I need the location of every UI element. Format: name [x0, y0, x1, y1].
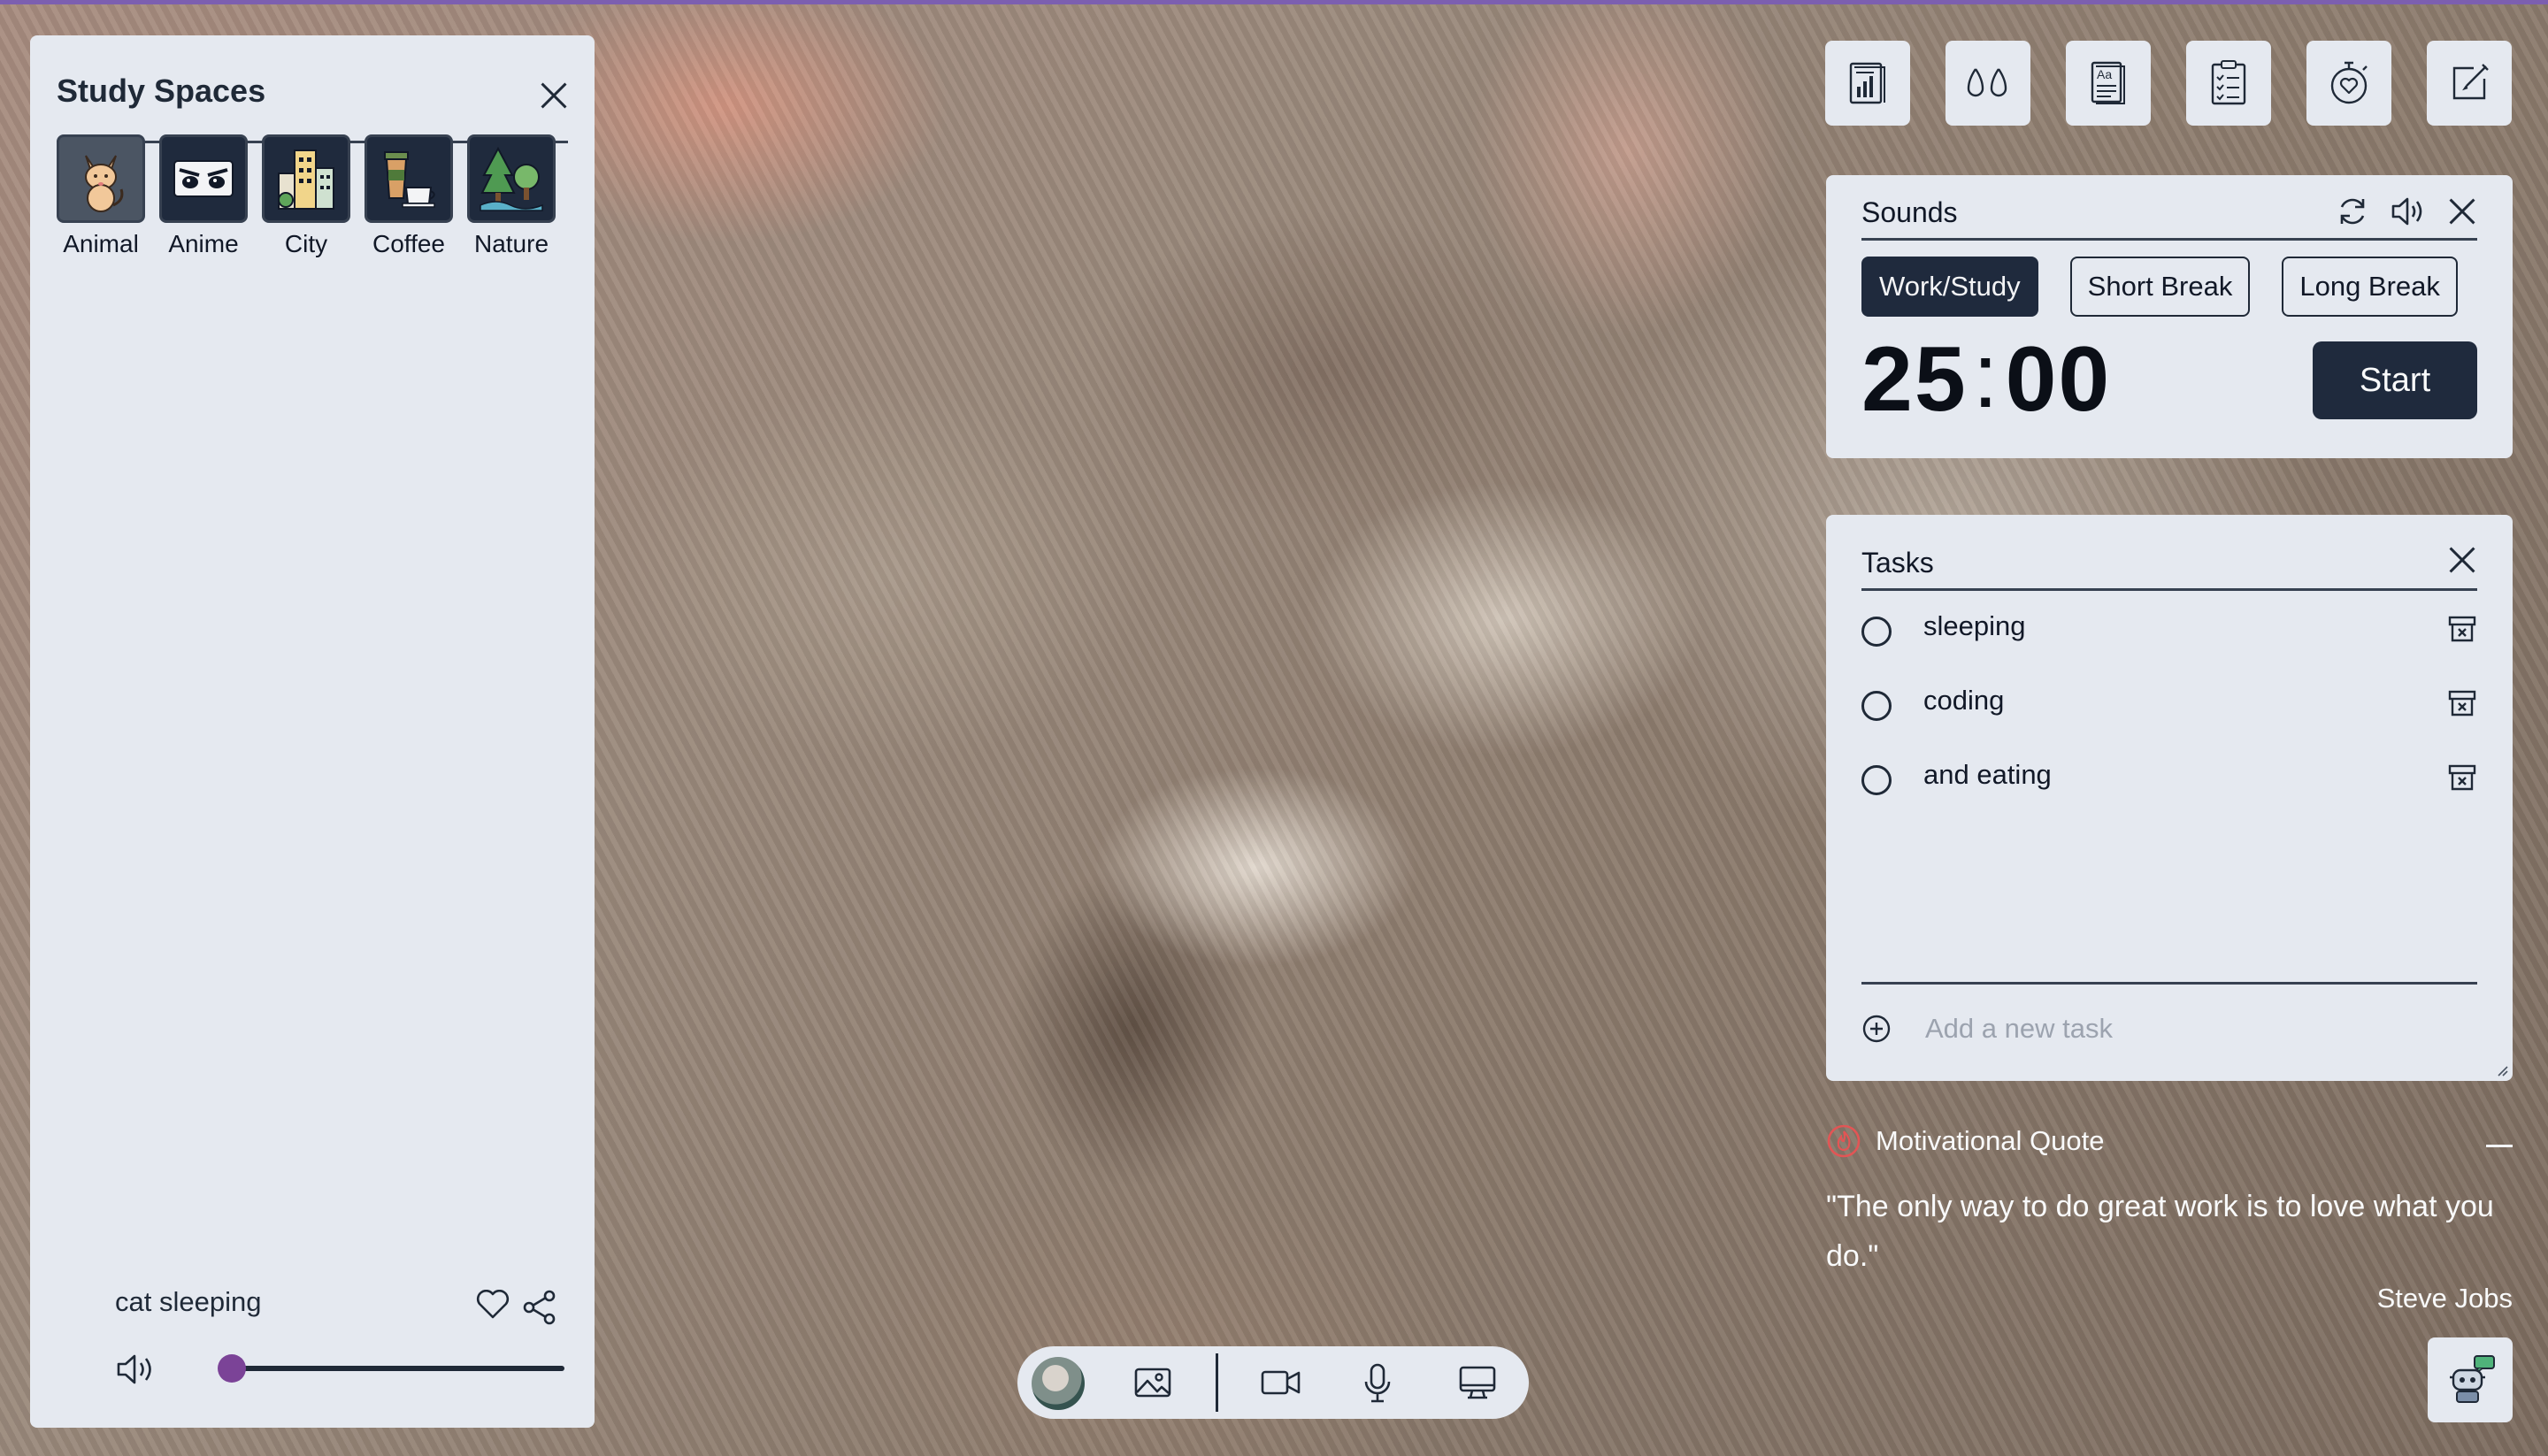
ai-assistant-button[interactable] [2428, 1337, 2513, 1422]
microphone-icon[interactable] [1362, 1362, 1393, 1405]
start-button[interactable]: Start [2313, 341, 2477, 419]
quote-title: Motivational Quote [1876, 1125, 2105, 1156]
coffee-cup-icon [365, 134, 453, 223]
bottom-dock [1017, 1346, 1529, 1419]
study-spaces-title: Study Spaces [57, 73, 266, 109]
space-category-city[interactable]: City [262, 134, 350, 258]
timer-seconds: 00 [2005, 328, 2112, 431]
task-checklist-icon [2211, 60, 2246, 105]
task-checklist-button[interactable] [2186, 41, 2271, 126]
resize-grip-icon[interactable] [2495, 1063, 2509, 1077]
ambient-sounds-icon [1967, 68, 2007, 97]
quote-author: Steve Jobs [2376, 1283, 2513, 1314]
city-buildings-icon [262, 134, 350, 223]
task-item: coding [1861, 663, 2477, 738]
timer-minutes: 25 [1861, 328, 1968, 431]
quote-header: Motivational Quote [1826, 1123, 2104, 1159]
task-checkbox[interactable] [1861, 765, 1892, 795]
task-divider [1861, 982, 2477, 985]
speaker-icon[interactable] [2391, 195, 2426, 227]
space-category-label: City [284, 230, 328, 257]
tasks-card-title: Tasks [1861, 547, 1934, 579]
space-category-coffee[interactable]: Coffee [365, 134, 453, 258]
task-text: coding [1923, 685, 2005, 716]
add-task-row [1861, 1008, 2477, 1049]
timer-mode-tabs: Work/Study Short Break Long Break [1861, 257, 2458, 317]
robot-chat-icon [2450, 1355, 2495, 1403]
mode-short-break-button[interactable]: Short Break [2069, 257, 2251, 317]
window-top-accent [0, 0, 2548, 4]
anime-eyes-icon [159, 134, 248, 223]
avatar[interactable] [1032, 1357, 1085, 1410]
archive-delete-icon[interactable] [2447, 688, 2477, 718]
heart-icon[interactable] [476, 1290, 510, 1320]
dictionary-button[interactable]: Aa [2066, 41, 2151, 126]
volume-slider-thumb[interactable] [218, 1354, 246, 1383]
video-camera-icon[interactable] [1260, 1362, 1302, 1403]
image-icon[interactable] [1132, 1362, 1173, 1403]
notes-edit-icon [2452, 64, 2489, 100]
study-spaces-header: Study Spaces [57, 55, 568, 143]
share-icon[interactable] [522, 1290, 557, 1325]
timer-display: 25:00 [1861, 325, 2112, 433]
mode-work-study-button[interactable]: Work/Study [1861, 257, 2038, 317]
tasks-card: Tasks sleeping coding and eating [1826, 515, 2513, 1081]
study-spaces-panel: Study Spaces Animal Anime City Coffee Na… [30, 35, 595, 1428]
focus-timer-button[interactable] [2306, 41, 2391, 126]
close-timer-button[interactable] [2447, 196, 2477, 226]
volume-slider[interactable] [218, 1354, 564, 1383]
motivational-quote-widget: Motivational Quote "The only way to do g… [1826, 1123, 2513, 1327]
stats-report-button[interactable] [1825, 41, 1910, 126]
notes-edit-button[interactable] [2427, 41, 2512, 126]
timer-header-actions [2336, 195, 2477, 228]
space-category-anime[interactable]: Anime [159, 134, 248, 258]
trees-icon [467, 134, 556, 223]
space-category-nature[interactable]: Nature [467, 134, 556, 258]
now-playing-bar: cat sleeping [85, 1256, 564, 1389]
tasks-card-header: Tasks [1861, 534, 2477, 591]
add-circle-icon[interactable] [1861, 1014, 1892, 1044]
cat-icon [57, 134, 145, 223]
task-item: sleeping [1861, 589, 2477, 663]
top-toolbar: Aa [1825, 41, 2512, 126]
screen-share-icon[interactable] [1458, 1362, 1497, 1403]
flame-icon [1827, 1124, 1861, 1158]
svg-text:Aa: Aa [2097, 67, 2112, 81]
space-category-label: Animal [63, 230, 139, 257]
now-playing-title: cat sleeping [115, 1286, 262, 1317]
task-list: sleeping coding and eating [1861, 589, 2477, 812]
timer-colon: : [1972, 325, 2000, 427]
timer-card: Sounds Work/Study Short Break Long Break… [1826, 175, 2513, 458]
dock-separator [1216, 1353, 1218, 1412]
archive-delete-icon[interactable] [2447, 762, 2477, 793]
close-tasks-button[interactable] [2447, 545, 2477, 575]
refresh-icon[interactable] [2336, 195, 2369, 228]
space-category-label: Nature [473, 230, 549, 257]
timer-card-title: Sounds [1861, 196, 1958, 228]
task-checkbox[interactable] [1861, 691, 1892, 721]
space-category-label: Coffee [372, 230, 445, 257]
task-text: sleeping [1923, 610, 2026, 641]
close-study-spaces-button[interactable] [538, 80, 570, 111]
focus-timer-icon [2330, 61, 2368, 104]
quote-text: "The only way to do great work is to lov… [1826, 1190, 2494, 1273]
task-text: and eating [1923, 759, 2052, 790]
ambient-sounds-button[interactable] [1946, 41, 2030, 126]
task-checkbox[interactable] [1861, 617, 1892, 647]
minimize-quote-button[interactable] [2486, 1145, 2513, 1147]
add-task-input[interactable] [1925, 1013, 2456, 1045]
space-category-label: Anime [168, 230, 239, 257]
volume-icon[interactable] [115, 1352, 157, 1387]
space-category-animal[interactable]: Animal [57, 134, 145, 258]
stats-report-icon [1849, 62, 1885, 104]
space-category-list: Animal Anime City Coffee Nature [57, 134, 556, 258]
mode-long-break-button[interactable]: Long Break [2282, 257, 2458, 317]
task-item: and eating [1861, 738, 2477, 812]
archive-delete-icon[interactable] [2447, 614, 2477, 644]
dictionary-icon: Aa [2091, 61, 2125, 104]
timer-card-header: Sounds [1861, 195, 2477, 241]
